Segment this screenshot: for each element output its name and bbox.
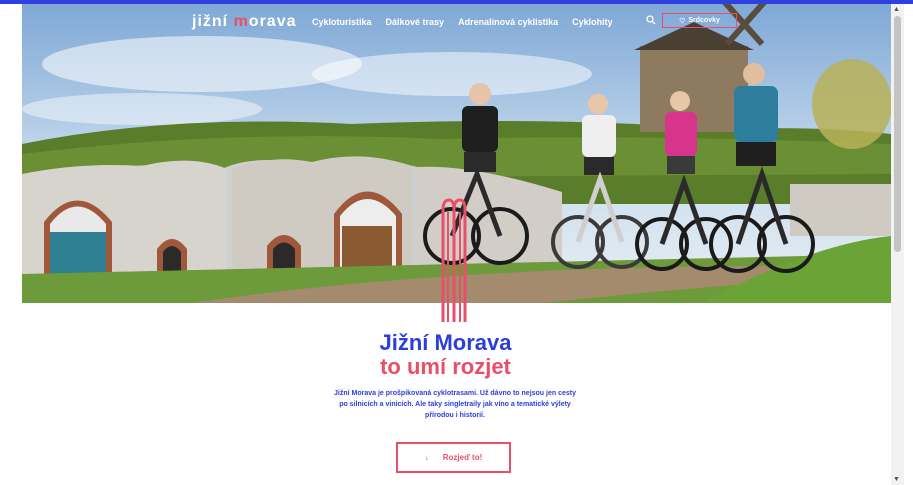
cta-button[interactable]: ↓ Rozjeď to! xyxy=(396,442,511,473)
favorites-label: Srdcovky xyxy=(688,17,720,24)
window-gutter xyxy=(904,4,913,485)
page-title: Jižní Morava xyxy=(379,330,512,355)
scroll-up-icon[interactable]: ▲ xyxy=(893,6,900,13)
page: jižní morava Cykloturistika Dálkové tras… xyxy=(0,4,891,485)
brand-emblem xyxy=(441,198,467,327)
logo-text-suffix: orava xyxy=(248,13,297,30)
intro-description: Jižní Morava je prošpikovaná cyklotrasam… xyxy=(334,390,576,419)
page-subtitle: to umí rozjet xyxy=(380,354,511,379)
nav-item-cykloturistika[interactable]: Cykloturistika xyxy=(312,17,372,27)
scrollbar-thumb[interactable] xyxy=(894,16,901,252)
vertical-scrollbar[interactable]: ▲ ▼ xyxy=(891,4,904,485)
main-menu: Cykloturistika Dálkové trasy Adrenalinov… xyxy=(312,17,613,27)
heart-icon: ♡ xyxy=(679,17,686,25)
site-logo[interactable]: jižní morava xyxy=(192,13,297,31)
favorites-button[interactable]: ♡ Srdcovky xyxy=(662,13,737,28)
logo-text-prefix: jižní xyxy=(192,13,234,30)
logo-m: m xyxy=(233,13,249,30)
nav-item-dalkove-trasy[interactable]: Dálkové trasy xyxy=(386,17,445,27)
scroll-down-icon[interactable]: ▼ xyxy=(893,476,900,483)
nav-item-cyklohity[interactable]: Cyklohity xyxy=(572,17,613,27)
nav-item-adrenalinova-cyklistika[interactable]: Adrenalinová cyklistika xyxy=(458,17,558,27)
cta-label: Rozjeď to! xyxy=(442,453,483,462)
site-navbar: jižní morava Cykloturistika Dálkové tras… xyxy=(22,4,891,40)
arrow-down-icon: ↓ xyxy=(424,453,429,462)
